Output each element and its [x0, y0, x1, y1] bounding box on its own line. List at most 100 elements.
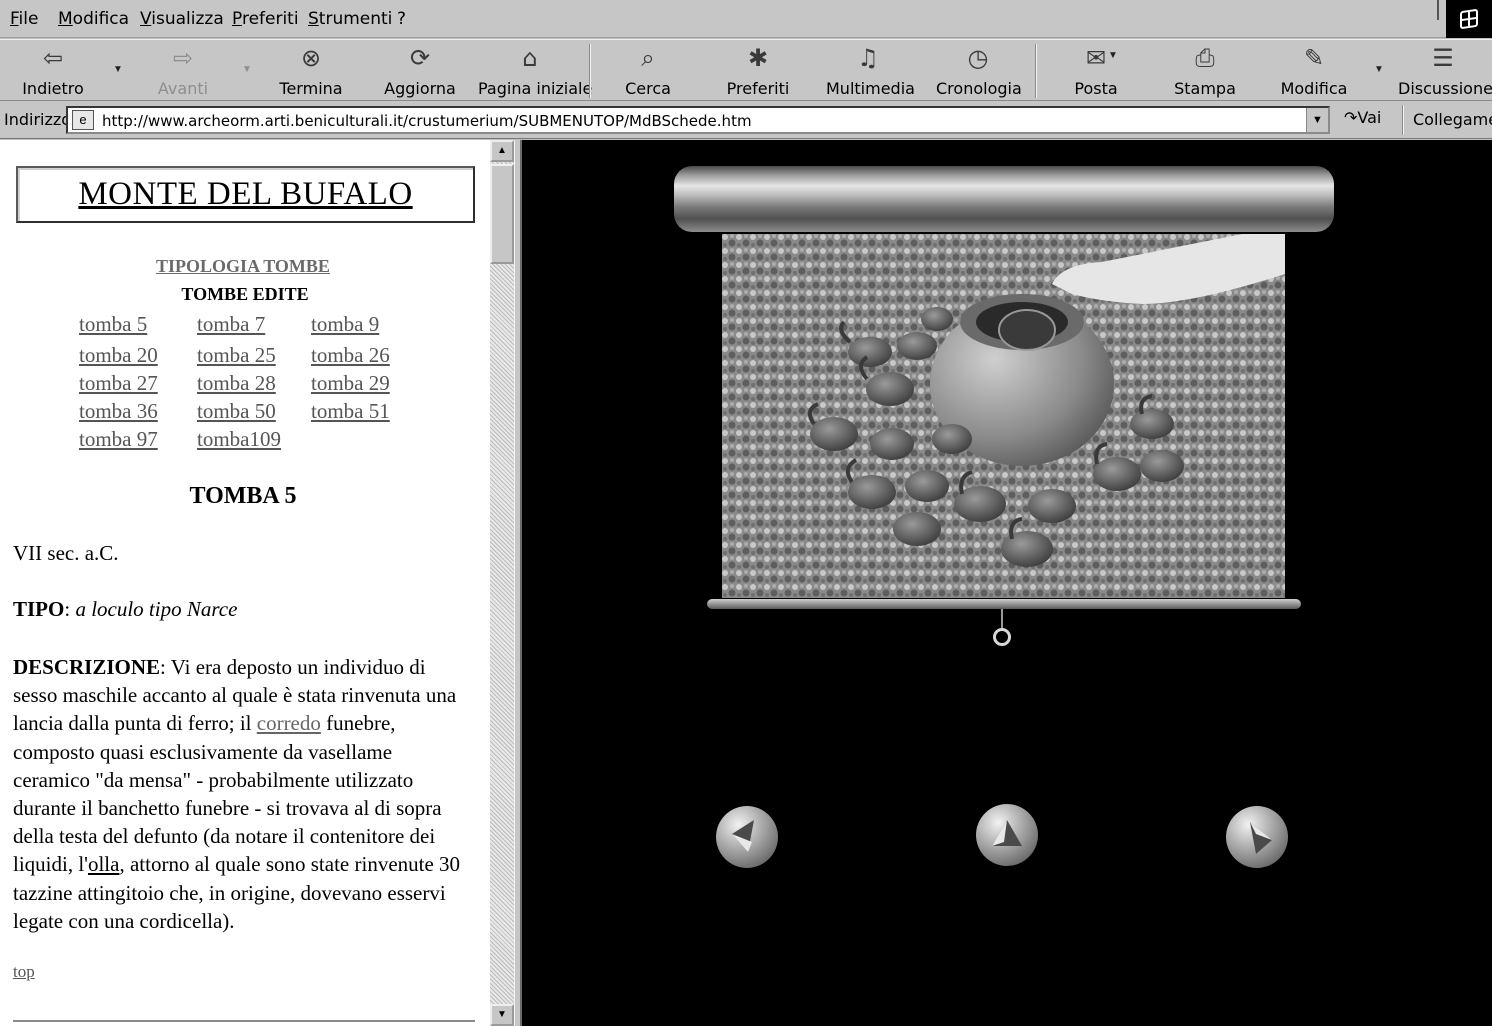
scrollbar-thumb[interactable]: [490, 164, 514, 264]
windows-logo-icon: [1446, 0, 1492, 38]
discuss-button[interactable]: ☰ Discussione: [1398, 44, 1492, 98]
top-link[interactable]: top: [13, 962, 35, 982]
left-arrow-icon: [732, 820, 754, 852]
back-arrow-icon: ⇦: [42, 44, 64, 72]
discuss-label: Discussione: [1398, 79, 1492, 98]
menu-strumenti[interactable]: Strumenti: [308, 9, 392, 29]
menu-file[interactable]: File: [10, 9, 38, 29]
horizontal-rule: [13, 1020, 475, 1022]
toolbar-separator: [1035, 44, 1037, 98]
address-dropdown-icon[interactable]: ▼: [1306, 108, 1328, 132]
search-label: Cerca: [625, 79, 671, 98]
search-icon: ⌕: [641, 44, 655, 72]
mail-label: Posta: [1074, 79, 1118, 98]
photo-graphic: [722, 234, 1285, 598]
up-arrow-icon: [992, 820, 1022, 846]
frame-splitter[interactable]: [514, 140, 522, 1026]
refresh-icon: ⟳: [409, 44, 431, 72]
tombe-edite-heading: TOMBE EDITE: [181, 284, 309, 304]
tomb-link[interactable]: tomba 27: [79, 371, 158, 396]
media-button[interactable]: ♫ Multimedia: [826, 44, 915, 98]
previous-arrow-button[interactable]: [716, 806, 778, 868]
refresh-button[interactable]: ⟳ Aggiorna: [382, 44, 458, 98]
tomb-artifacts-photo: [722, 234, 1285, 598]
mail-icon: ✉: [1085, 44, 1107, 72]
stop-button[interactable]: ⊗ Termina: [274, 44, 348, 98]
stop-label: Termina: [279, 79, 343, 98]
olla-link[interactable]: olla: [88, 852, 120, 876]
print-button[interactable]: ⎙ Stampa: [1174, 44, 1236, 98]
links-button[interactable]: Collegamenti: [1413, 110, 1492, 129]
menu-help[interactable]: ?: [397, 9, 406, 29]
tipo-label: TIPO: [13, 597, 65, 621]
favorites-label: Preferiti: [726, 79, 790, 98]
favorites-button[interactable]: ✱ Preferiti: [722, 44, 794, 98]
print-label: Stampa: [1174, 79, 1236, 98]
menu-preferiti[interactable]: Preferiti: [232, 9, 299, 29]
site-title-box: MONTE DEL BUFALO: [16, 166, 475, 223]
up-arrow-button[interactable]: [976, 804, 1038, 866]
site-title[interactable]: MONTE DEL BUFALO: [78, 176, 412, 213]
tomb-link[interactable]: tomba 51: [311, 399, 390, 424]
edit-dropdown-icon[interactable]: ▼: [1374, 64, 1384, 75]
tomb-description: DESCRIZIONE: Vi era deposto un individuo…: [13, 653, 473, 935]
tomb-link[interactable]: tomba 50: [197, 399, 276, 424]
back-dropdown-icon[interactable]: ▼: [113, 64, 123, 75]
refresh-label: Aggiorna: [384, 79, 456, 98]
menu-modifica[interactable]: Modifica: [58, 9, 129, 29]
history-label: Cronologia: [936, 79, 1022, 98]
edit-button[interactable]: ✎ Modifica: [1280, 44, 1348, 98]
corredo-link[interactable]: corredo: [257, 711, 321, 735]
history-clock-icon: ◷: [967, 44, 989, 72]
tomb-link[interactable]: tomba 25: [197, 343, 276, 368]
media-icon: ♫: [857, 44, 879, 72]
history-button[interactable]: ◷ Cronologia: [936, 44, 1022, 98]
tomb-section-heading: TOMBA 5: [189, 483, 297, 509]
left-frame-scrollbar[interactable]: ▲ ▼: [490, 140, 514, 1026]
tomb-link[interactable]: tomba 36: [79, 399, 158, 424]
tomb-link[interactable]: tomba 28: [197, 371, 276, 396]
toolbar-separator: [589, 44, 591, 98]
next-arrow-button[interactable]: [1226, 806, 1288, 868]
tomb-link[interactable]: tomba 5: [79, 312, 147, 337]
address-label: Indirizzo: [4, 110, 72, 129]
tomb-link[interactable]: tomba 20: [79, 343, 158, 368]
forward-arrow-icon: ⇨: [172, 44, 194, 72]
right-frame: [522, 140, 1492, 1026]
toolbar: ⇦ Indietro ▼ ⇨ Avanti ▼ ⊗ Termina ⟳ Aggi…: [0, 39, 1492, 101]
scroll-up-button[interactable]: ▲: [490, 140, 514, 162]
home-label: Pagina iniziale: [478, 79, 593, 98]
forward-label: Avanti: [157, 79, 209, 98]
mail-dropdown-icon[interactable]: ▼: [1108, 50, 1118, 61]
tomb-link[interactable]: tomba 97: [79, 427, 158, 452]
address-input[interactable]: e http://www.archeorm.arti.beniculturali…: [66, 106, 1330, 134]
menu-divider: [1437, 0, 1439, 20]
links-separator: [1402, 105, 1404, 135]
right-arrow-icon: [1250, 822, 1272, 854]
tomb-link[interactable]: tomba 9: [311, 312, 379, 337]
tomb-link[interactable]: tomba 26: [311, 343, 390, 368]
tomb-link[interactable]: tomba109: [197, 427, 281, 452]
discussion-icon: ☰: [1432, 44, 1454, 72]
search-button[interactable]: ⌕ Cerca: [616, 44, 680, 98]
go-button[interactable]: ↷Vai: [1344, 108, 1381, 127]
descrizione-label: DESCRIZIONE: [13, 655, 161, 679]
tomb-epoch: VII sec. a.C.: [13, 541, 119, 565]
tipologia-tombe-link[interactable]: TIPOLOGIA TOMBE: [0, 256, 486, 277]
go-label: Vai: [1357, 108, 1382, 127]
tomb-link[interactable]: tomba 29: [311, 371, 390, 396]
back-button[interactable]: ⇦ Indietro: [18, 44, 88, 98]
page-icon: e: [72, 110, 94, 130]
tipo-value: a loculo tipo Narce: [75, 597, 238, 621]
forward-dropdown-icon[interactable]: ▼: [242, 64, 252, 75]
forward-button[interactable]: ⇨ Avanti: [148, 44, 218, 98]
tomb-type: TIPO: a loculo tipo Narce: [13, 597, 238, 621]
back-label: Indietro: [22, 79, 84, 98]
menu-visualizza[interactable]: Visualizza: [140, 9, 224, 29]
home-button[interactable]: ⌂ Pagina iniziale: [478, 44, 593, 98]
scroll-down-button[interactable]: ▼: [490, 1004, 514, 1026]
pull-cord: [1001, 609, 1003, 629]
pull-ring-icon[interactable]: [993, 628, 1011, 646]
address-url[interactable]: http://www.archeorm.arti.beniculturali.i…: [102, 112, 752, 130]
tomb-link[interactable]: tomba 7: [197, 312, 265, 337]
